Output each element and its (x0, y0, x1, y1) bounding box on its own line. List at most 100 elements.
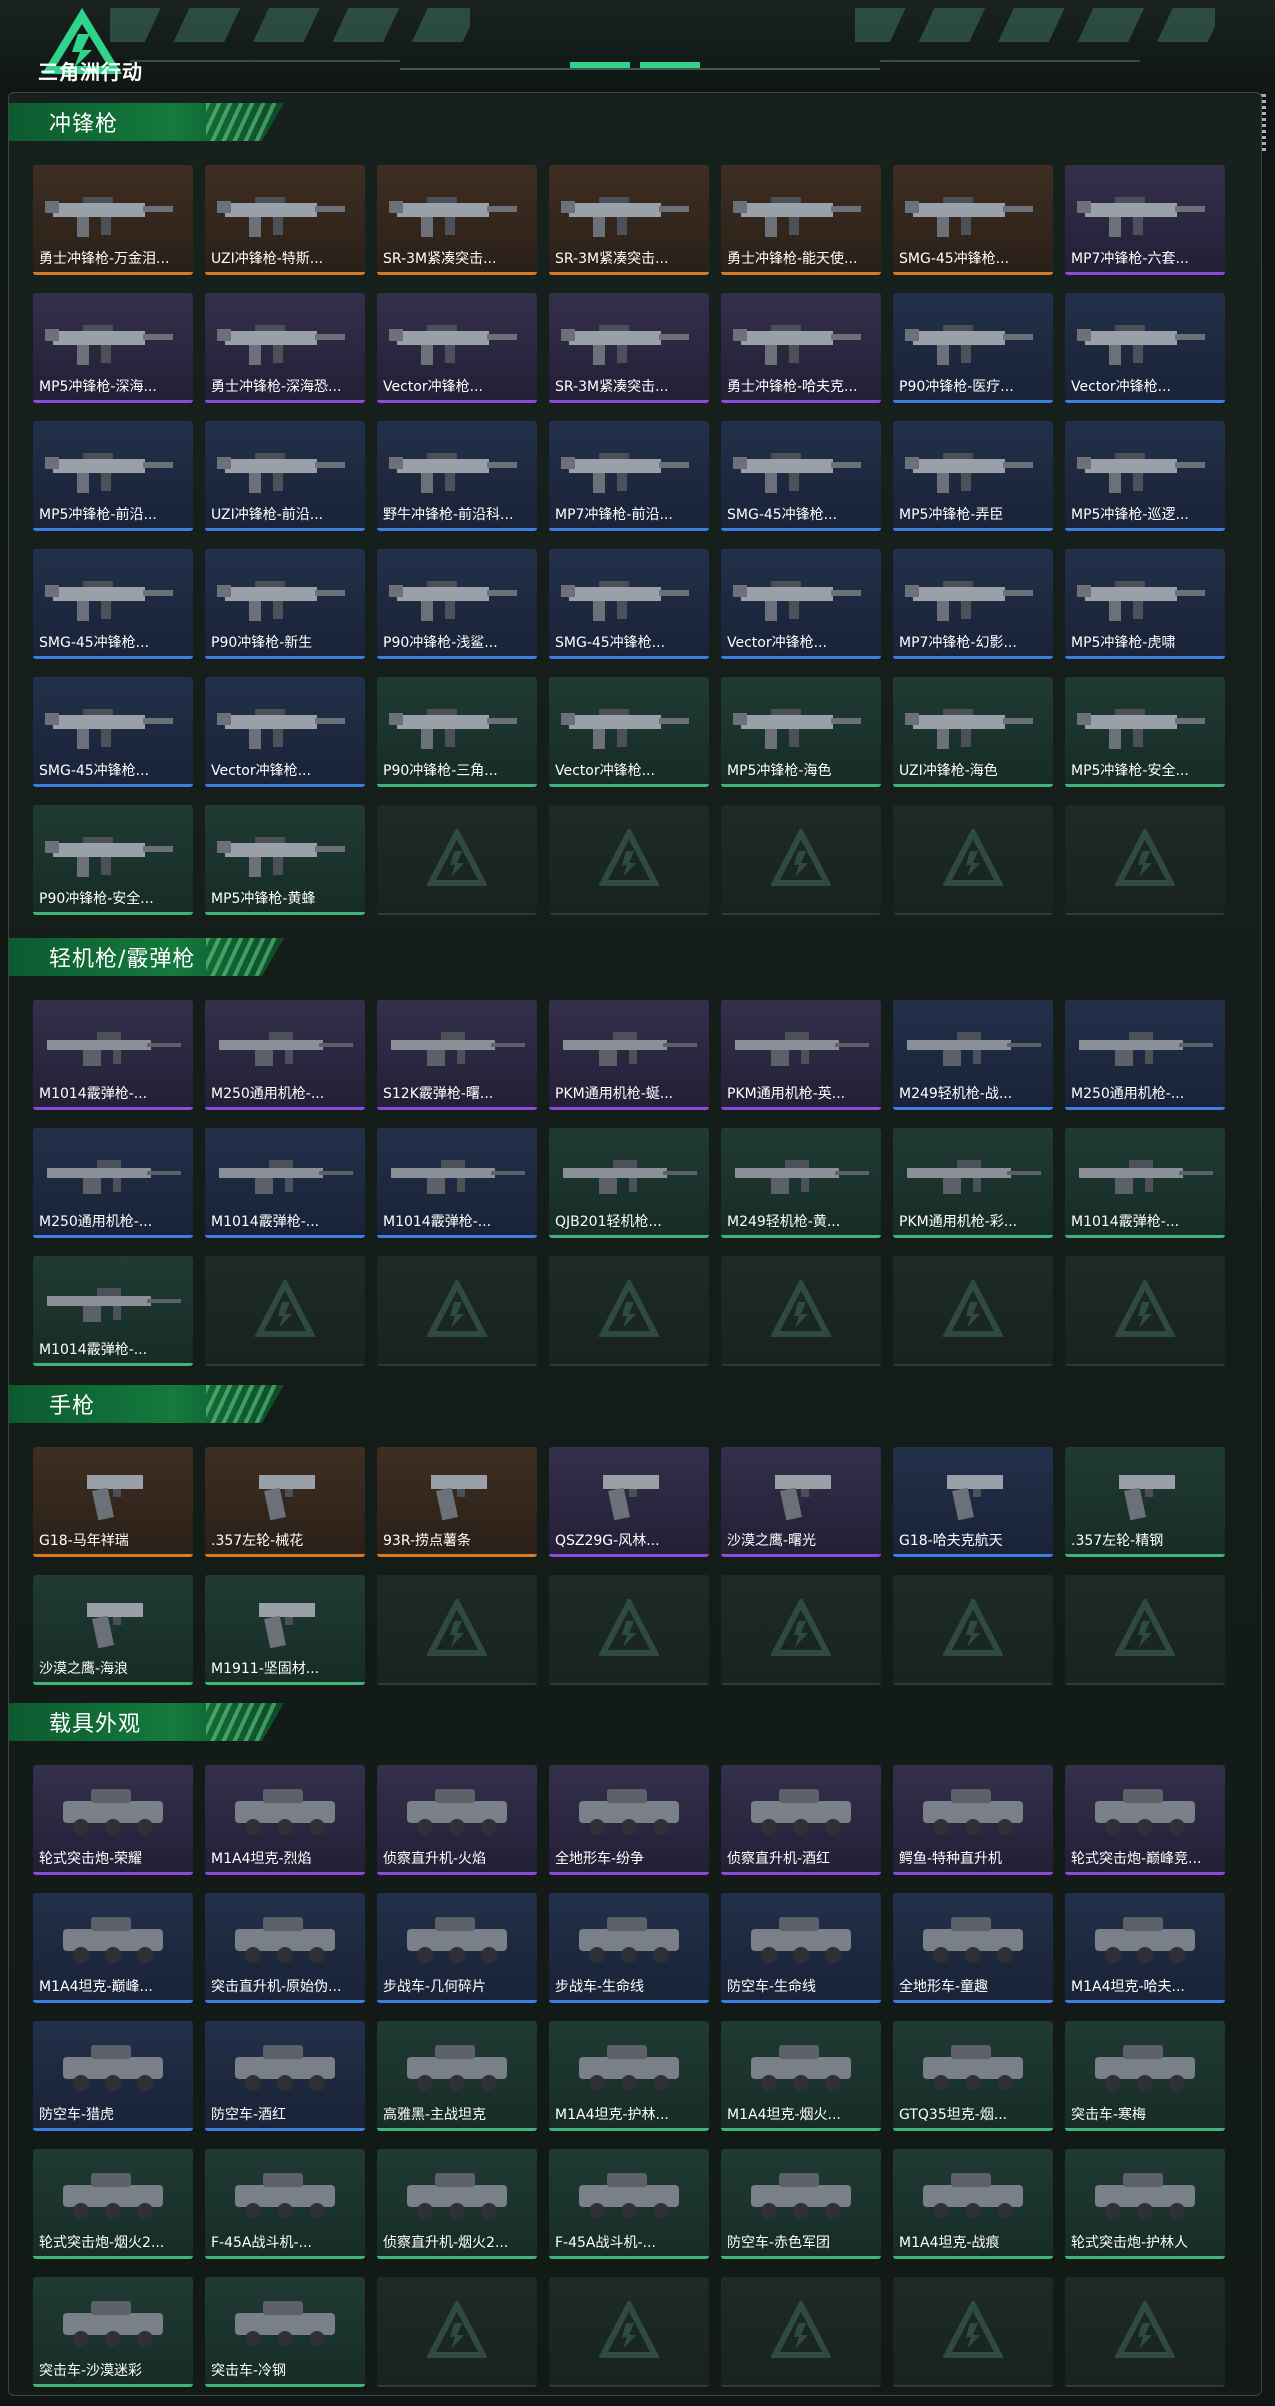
collection-item-tile[interactable]: MP5冲锋枪-弄臣 (893, 421, 1053, 531)
section-title: 载具外观 (49, 1712, 142, 1737)
collection-item-tile[interactable]: 全地形车-纷争 (549, 1765, 709, 1875)
collection-item-tile[interactable]: 勇士冲锋枪-深海恐... (205, 293, 365, 403)
collection-item-tile[interactable]: Vector冲锋枪... (377, 293, 537, 403)
collection-item-tile[interactable]: QJB201轻机枪... (549, 1128, 709, 1238)
delta-placeholder-icon (598, 1596, 660, 1659)
item-label: Vector冲锋枪... (727, 635, 827, 651)
collection-item-tile[interactable]: M1A4坦克-巅峰... (33, 1893, 193, 2003)
collection-item-tile[interactable]: M1A4坦克-烟火... (721, 2021, 881, 2131)
collection-item-tile[interactable]: M1014霰弹枪-... (205, 1128, 365, 1238)
collection-item-tile[interactable]: M1A4坦克-烈焰 (205, 1765, 365, 1875)
collection-item-tile[interactable]: 轮式突击炮-巅峰竞... (1065, 1765, 1225, 1875)
collection-item-tile[interactable]: MP5冲锋枪-安全... (1065, 677, 1225, 787)
collection-item-tile[interactable]: MP7冲锋枪-幻影... (893, 549, 1053, 659)
collection-item-tile[interactable]: 93R-捞点薯条 (377, 1447, 537, 1557)
collection-item-tile[interactable]: 步战车-几何碎片 (377, 1893, 537, 2003)
collection-item-tile[interactable]: M250通用机枪-... (205, 1000, 365, 1110)
collection-item-tile[interactable]: PKM通用机枪-英... (721, 1000, 881, 1110)
collection-item-tile[interactable]: P90冲锋枪-新生 (205, 549, 365, 659)
collection-item-tile[interactable]: PKM通用机枪-彩... (893, 1128, 1053, 1238)
collection-item-tile[interactable]: .357左轮-精钢 (1065, 1447, 1225, 1557)
collection-item-tile[interactable]: UZI冲锋枪-海色 (893, 677, 1053, 787)
collection-item-tile[interactable]: SMG-45冲锋枪... (893, 165, 1053, 275)
collection-item-tile[interactable]: 沙漠之鹰-曙光 (721, 1447, 881, 1557)
collection-item-tile[interactable]: G18-马年祥瑞 (33, 1447, 193, 1557)
empty-slot (721, 1575, 881, 1685)
collection-item-tile[interactable]: M1014霰弹枪-... (377, 1128, 537, 1238)
collection-item-tile[interactable]: 侦察直升机-火焰 (377, 1765, 537, 1875)
collection-item-tile[interactable]: MP5冲锋枪-海色 (721, 677, 881, 787)
collection-item-tile[interactable]: M250通用机枪-... (33, 1128, 193, 1238)
collection-item-tile[interactable]: 全地形车-童趣 (893, 1893, 1053, 2003)
collection-item-tile[interactable]: M1A4坦克-哈夫... (1065, 1893, 1225, 2003)
collection-item-tile[interactable]: 突击车-沙漠迷彩 (33, 2277, 193, 2387)
collection-item-tile[interactable]: 步战车-生命线 (549, 1893, 709, 2003)
collection-item-tile[interactable]: MP5冲锋枪-深海... (33, 293, 193, 403)
collection-item-tile[interactable]: Vector冲锋枪... (205, 677, 365, 787)
collection-item-tile[interactable]: 突击车-寒梅 (1065, 2021, 1225, 2131)
collection-item-tile[interactable]: 勇士冲锋枪-能天使... (721, 165, 881, 275)
collection-item-tile[interactable]: UZI冲锋枪-特斯... (205, 165, 365, 275)
collection-item-tile[interactable]: P90冲锋枪-医疗... (893, 293, 1053, 403)
collection-item-tile[interactable]: MP5冲锋枪-黄蜂 (205, 805, 365, 915)
collection-item-tile[interactable]: S12K霰弹枪-曙... (377, 1000, 537, 1110)
collection-item-tile[interactable]: .357左轮-械花 (205, 1447, 365, 1557)
collection-item-tile[interactable]: PKM通用机枪-蜒... (549, 1000, 709, 1110)
collection-item-tile[interactable]: M1014霰弹枪-... (33, 1256, 193, 1366)
section-header: 轻机枪/霰弹枪 (9, 938, 284, 976)
collection-item-tile[interactable]: MP5冲锋枪-前沿... (33, 421, 193, 531)
collection-item-tile[interactable]: 突击直升机-原始伪... (205, 1893, 365, 2003)
collection-item-tile[interactable]: G18-哈夫克航天 (893, 1447, 1053, 1557)
collection-item-tile[interactable]: M249轻机枪-战... (893, 1000, 1053, 1110)
collection-item-tile[interactable]: 轮式突击炮-荣耀 (33, 1765, 193, 1875)
smg-icon (903, 307, 1043, 369)
collection-item-tile[interactable]: Vector冲锋枪... (1065, 293, 1225, 403)
collection-item-tile[interactable]: 鳄鱼-特种直升机 (893, 1765, 1053, 1875)
pistol-icon (731, 1461, 871, 1523)
collection-item-tile[interactable]: F-45A战斗机-... (205, 2149, 365, 2259)
collection-item-tile[interactable]: P90冲锋枪-三角... (377, 677, 537, 787)
collection-item-tile[interactable]: UZI冲锋枪-前沿... (205, 421, 365, 531)
collection-item-tile[interactable]: MP5冲锋枪-虎啸 (1065, 549, 1225, 659)
collection-item-tile[interactable]: M1A4坦克-战痕 (893, 2149, 1053, 2259)
collection-item-tile[interactable]: MP7冲锋枪-前沿... (549, 421, 709, 531)
collection-item-tile[interactable]: P90冲锋枪-浅鲨... (377, 549, 537, 659)
collection-item-tile[interactable]: 侦察直升机-烟火2... (377, 2149, 537, 2259)
collection-item-tile[interactable]: M1911-坚固材... (205, 1575, 365, 1685)
collection-item-tile[interactable]: M249轻机枪-黄... (721, 1128, 881, 1238)
collection-item-tile[interactable]: SMG-45冲锋枪... (33, 677, 193, 787)
collection-item-tile[interactable]: 轮式突击炮-烟火2... (33, 2149, 193, 2259)
collection-item-tile[interactable]: 高雅黑-主战坦克 (377, 2021, 537, 2131)
collection-item-tile[interactable]: SMG-45冲锋枪... (33, 549, 193, 659)
collection-item-tile[interactable]: MP5冲锋枪-巡逻... (1065, 421, 1225, 531)
collection-item-tile[interactable]: 勇士冲锋枪-哈夫克... (721, 293, 881, 403)
collection-item-tile[interactable]: 防空车-生命线 (721, 1893, 881, 2003)
collection-item-tile[interactable]: F-45A战斗机-... (549, 2149, 709, 2259)
collection-item-tile[interactable]: 勇士冲锋枪-万金泪... (33, 165, 193, 275)
collection-item-tile[interactable]: 侦察直升机-酒红 (721, 1765, 881, 1875)
collection-item-tile[interactable]: 突击车-冷钢 (205, 2277, 365, 2387)
collection-item-tile[interactable]: Vector冲锋枪... (549, 677, 709, 787)
collection-item-tile[interactable]: M1014霰弹枪-... (33, 1000, 193, 1110)
collection-item-tile[interactable]: 野牛冲锋枪-前沿科... (377, 421, 537, 531)
collection-item-tile[interactable]: M1A4坦克-护林... (549, 2021, 709, 2131)
collection-item-tile[interactable]: SR-3M紧凑突击... (377, 165, 537, 275)
collection-item-tile[interactable]: 防空车-酒红 (205, 2021, 365, 2131)
collection-item-tile[interactable]: M1014霰弹枪-... (1065, 1128, 1225, 1238)
collection-item-tile[interactable]: 防空车-赤色军团 (721, 2149, 881, 2259)
collection-item-tile[interactable]: 沙漠之鹰-海浪 (33, 1575, 193, 1685)
collection-item-tile[interactable]: GTQ35坦克-烟... (893, 2021, 1053, 2131)
collection-item-tile[interactable]: SR-3M紧凑突击... (549, 165, 709, 275)
delta-placeholder-icon (770, 2298, 832, 2361)
collection-item-tile[interactable]: 轮式突击炮-护林人 (1065, 2149, 1225, 2259)
collection-item-tile[interactable]: P90冲锋枪-安全... (33, 805, 193, 915)
collection-item-tile[interactable]: 防空车-猎虎 (33, 2021, 193, 2131)
collection-item-tile[interactable]: SMG-45冲锋枪... (721, 421, 881, 531)
collection-item-tile[interactable]: SMG-45冲锋枪... (549, 549, 709, 659)
collection-item-tile[interactable]: SR-3M紧凑突击... (549, 293, 709, 403)
collection-item-tile[interactable]: Vector冲锋枪... (721, 549, 881, 659)
collection-item-tile[interactable]: MP7冲锋枪-六套... (1065, 165, 1225, 275)
collection-item-tile[interactable]: M250通用机枪-... (1065, 1000, 1225, 1110)
collection-item-tile[interactable]: QSZ29G-风林... (549, 1447, 709, 1557)
item-label: M1014霰弹枪-... (39, 1086, 148, 1102)
